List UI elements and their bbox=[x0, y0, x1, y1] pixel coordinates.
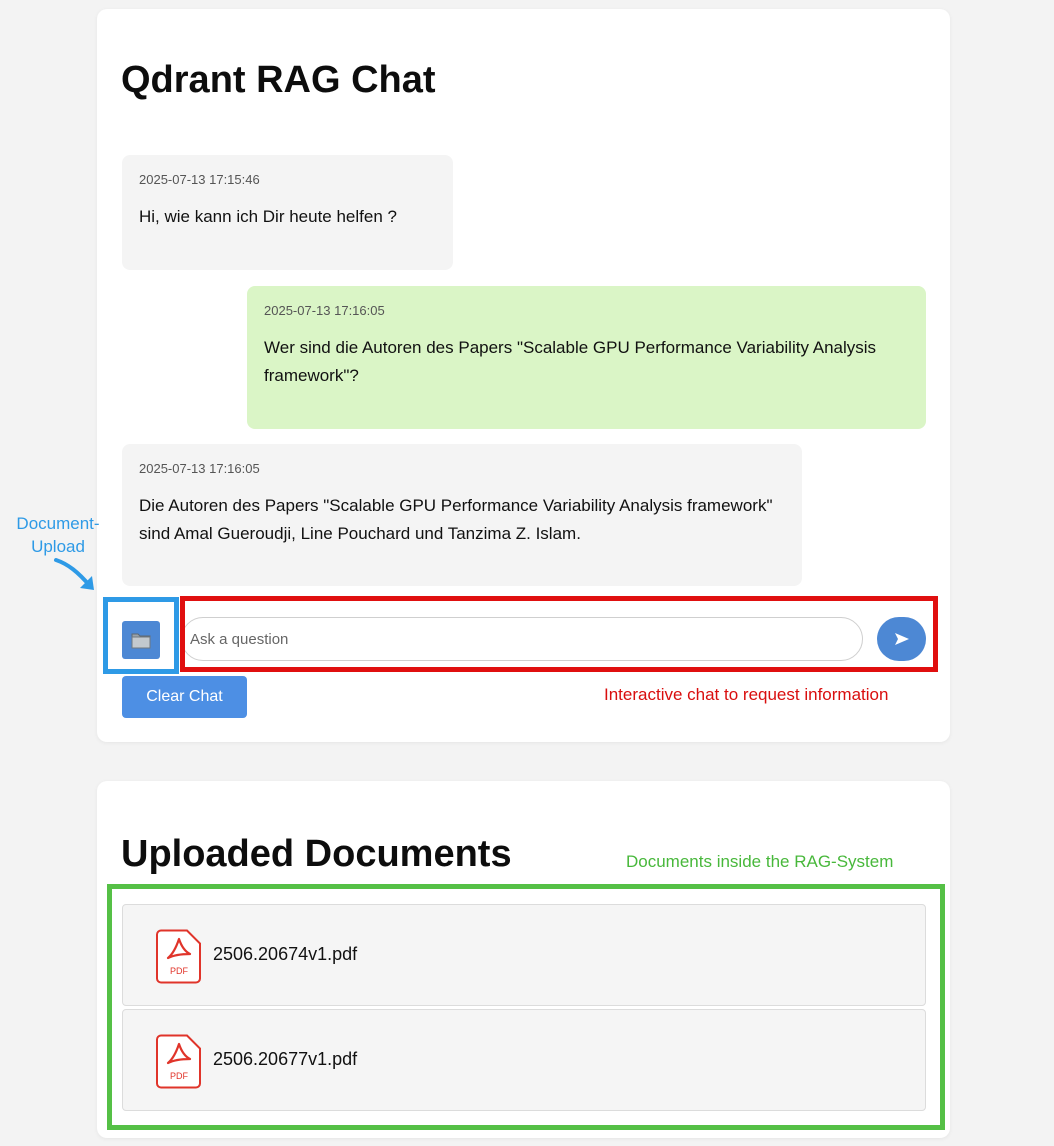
document-name: 2506.20677v1.pdf bbox=[213, 1049, 358, 1069]
message-text: Wer sind die Autoren des Papers "Scalabl… bbox=[264, 338, 877, 385]
documents-annotation-label: Documents inside the RAG-System bbox=[626, 852, 894, 871]
documents-panel: Uploaded Documents PDF 2506.20674v1.pdf … bbox=[97, 781, 950, 1138]
documents-title: Uploaded Documents bbox=[121, 833, 512, 875]
clear-chat-button[interactable]: Clear Chat bbox=[122, 676, 247, 718]
pdf-icon-label: PDF bbox=[170, 1071, 189, 1081]
document-item[interactable]: PDF 2506.20677v1.pdf bbox=[122, 1009, 926, 1111]
chat-title: Qdrant RAG Chat bbox=[121, 59, 436, 101]
message-timestamp: 2025-07-13 17:16:05 bbox=[264, 303, 385, 318]
user-message: 2025-07-13 17:16:05 Wer sind die Autoren… bbox=[247, 286, 926, 429]
message-text: Die Autoren des Papers "Scalable GPU Per… bbox=[139, 496, 773, 543]
chat-annotation-label: Interactive chat to request information bbox=[604, 685, 889, 704]
bot-message: 2025-07-13 17:16:05 Die Autoren des Pape… bbox=[122, 444, 802, 586]
message-text: Hi, wie kann ich Dir heute helfen ? bbox=[139, 207, 397, 226]
chat-panel: Qdrant RAG Chat 2025-07-13 17:15:46 Hi, … bbox=[97, 9, 950, 742]
send-button[interactable] bbox=[877, 617, 926, 661]
bot-message: 2025-07-13 17:15:46 Hi, wie kann ich Dir… bbox=[122, 155, 453, 270]
pdf-icon: PDF bbox=[156, 1034, 201, 1089]
document-item[interactable]: PDF 2506.20674v1.pdf bbox=[122, 904, 926, 1006]
pdf-icon-label: PDF bbox=[170, 966, 189, 976]
send-arrow-icon bbox=[894, 633, 909, 645]
upload-annotation-label: Document-Upload bbox=[16, 514, 100, 556]
message-timestamp: 2025-07-13 17:16:05 bbox=[139, 461, 260, 476]
folder-icon bbox=[131, 633, 151, 649]
question-input[interactable] bbox=[181, 617, 863, 661]
document-name: 2506.20674v1.pdf bbox=[213, 944, 358, 964]
arrow-icon bbox=[54, 558, 94, 590]
document-upload-button[interactable] bbox=[122, 621, 160, 659]
pdf-icon: PDF bbox=[156, 929, 201, 984]
message-timestamp: 2025-07-13 17:15:46 bbox=[139, 172, 260, 187]
